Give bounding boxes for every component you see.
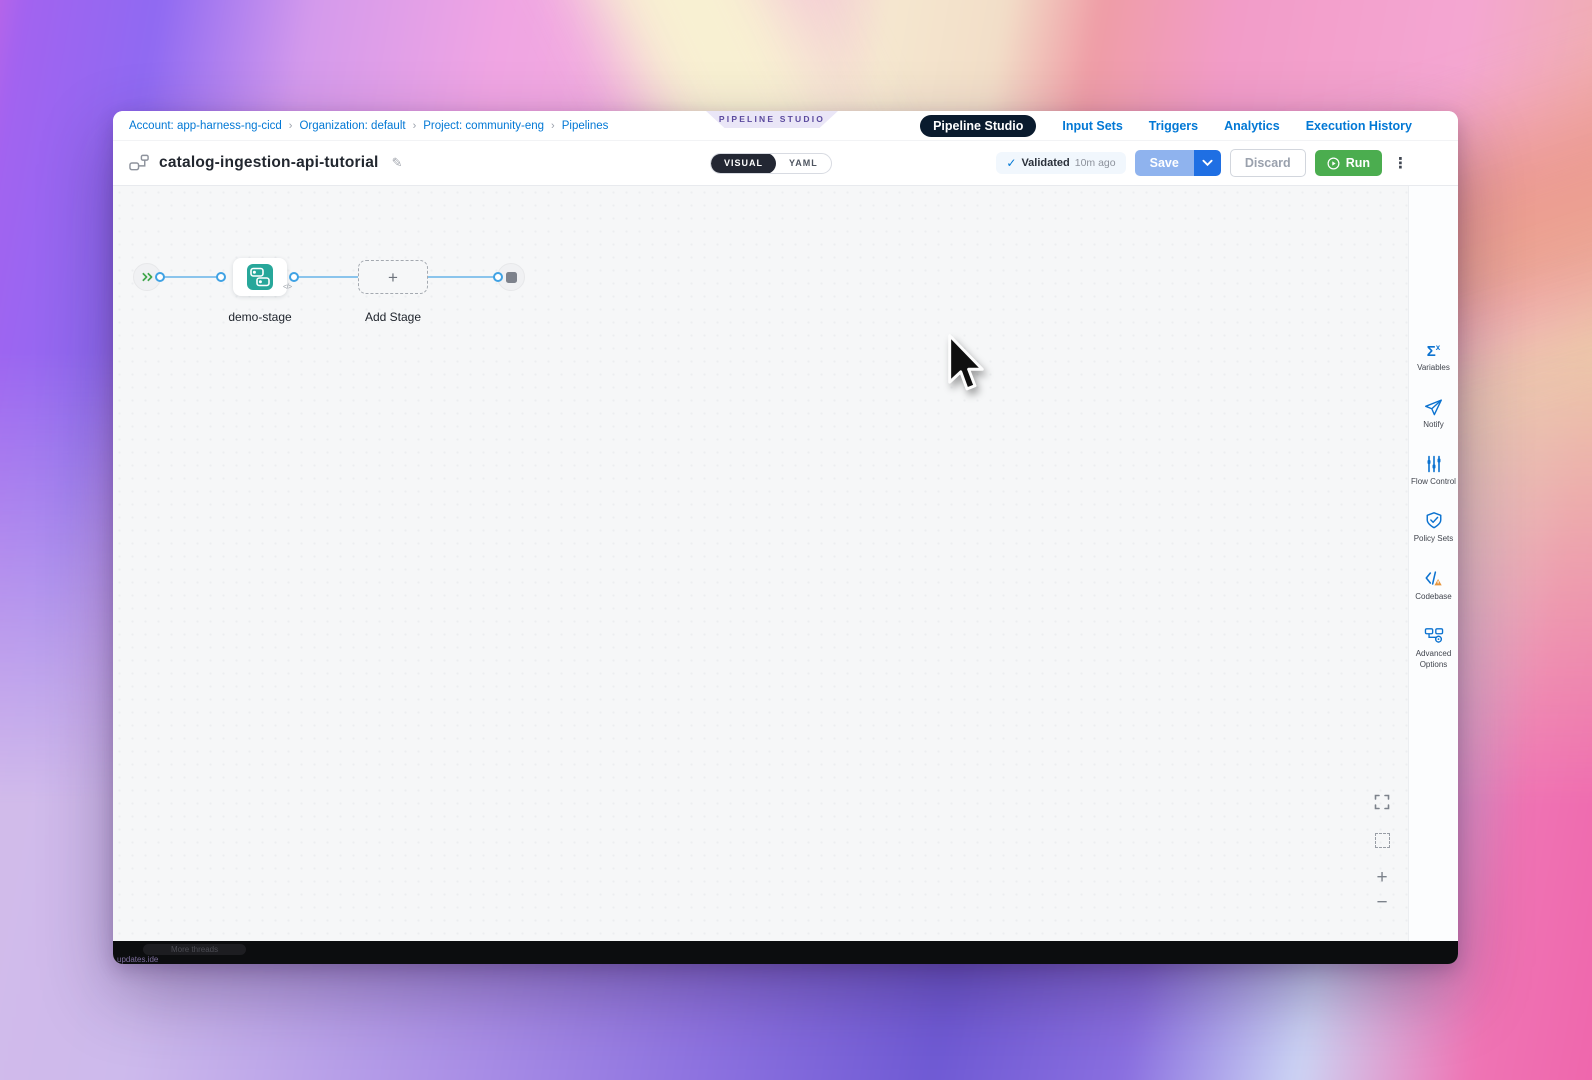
check-icon: ✓ [1006, 156, 1016, 170]
toolbar-actions: ✓ Validated 10m ago Save Discard Run ⋮ [996, 149, 1408, 177]
tab-pipeline-studio[interactable]: Pipeline Studio [920, 115, 1036, 137]
breadcrumb-separator: › [413, 120, 417, 132]
tab-input-sets[interactable]: Input Sets [1062, 119, 1122, 133]
canvas-zoom-controls: + − [1372, 792, 1392, 913]
sidebar-item-flow-control[interactable]: Flow Control [1410, 455, 1458, 488]
view-toggle: VISUAL YAML [710, 153, 832, 174]
pipeline-icon [129, 154, 150, 172]
connector-handle[interactable] [155, 272, 165, 282]
sidebar-item-policy-sets[interactable]: Policy Sets [1410, 511, 1458, 545]
toolbar: catalog-ingestion-api-tutorial ✎ VISUAL … [113, 141, 1458, 186]
window-bottom-bar: More threads updates.ide [113, 941, 1458, 964]
sliders-icon [1425, 455, 1443, 473]
add-stage-label: Add Stage [358, 310, 428, 324]
connector-handle[interactable] [493, 272, 503, 282]
connector-line [160, 276, 221, 278]
sidebar-item-notify[interactable]: Notify [1410, 398, 1458, 431]
sidebar-item-label: Codebase [1415, 592, 1451, 603]
sidebar-item-label: Variables [1417, 363, 1450, 374]
sidebar-item-label: Policy Sets [1414, 534, 1454, 545]
breadcrumb-organization[interactable]: Organization: default [299, 120, 405, 132]
breadcrumb-separator: › [551, 120, 555, 132]
run-label: Run [1346, 156, 1370, 170]
breadcrumb: Account: app-harness-ng-cicd › Organizat… [129, 120, 608, 132]
discard-button[interactable]: Discard [1230, 149, 1306, 177]
background-text-fragment: More threads [143, 944, 246, 955]
breadcrumb-account[interactable]: Account: app-harness-ng-cicd [129, 120, 282, 132]
breadcrumb-bar: Account: app-harness-ng-cicd › Organizat… [113, 111, 1458, 141]
pipeline-studio-badge: PIPELINE STUDIO [706, 111, 838, 128]
breadcrumb-pipelines[interactable]: Pipelines [562, 120, 609, 132]
save-dropdown-button[interactable] [1194, 150, 1221, 176]
tab-triggers[interactable]: Triggers [1149, 119, 1198, 133]
sidebar-item-variables[interactable]: Σx Variables [1410, 344, 1458, 374]
fullscreen-button[interactable] [1372, 792, 1392, 812]
app-window: Account: app-harness-ng-cicd › Organizat… [113, 111, 1458, 964]
stage-label-demo-stage: demo-stage [221, 310, 299, 324]
paper-plane-icon [1424, 398, 1443, 416]
code-warning-icon [1424, 569, 1444, 588]
fit-view-button[interactable] [1375, 833, 1390, 848]
header-nav: Pipeline Studio Input Sets Triggers Anal… [920, 115, 1412, 137]
validated-label: Validated [1021, 157, 1069, 169]
stop-icon [506, 272, 517, 283]
zoom-out-button[interactable]: − [1372, 893, 1392, 913]
toggle-yaml[interactable]: YAML [776, 153, 831, 174]
breadcrumb-separator: › [289, 120, 293, 132]
fullscreen-icon [1374, 794, 1390, 810]
toggle-visual[interactable]: VISUAL [711, 153, 776, 174]
play-icon [1327, 157, 1340, 170]
edit-pencil-icon[interactable]: ✎ [392, 155, 403, 171]
tab-execution-history[interactable]: Execution History [1306, 119, 1412, 133]
plus-icon: + [388, 269, 398, 286]
flowchart-gear-icon [1424, 627, 1444, 645]
pipeline-canvas: </> + demo-stage Add Stage Σx Variables … [113, 186, 1458, 941]
breadcrumb-project[interactable]: Project: community-eng [423, 120, 544, 132]
save-split-button: Save [1135, 150, 1221, 176]
save-button[interactable]: Save [1135, 150, 1194, 176]
more-options-button[interactable]: ⋮ [1393, 156, 1408, 171]
pipeline-title-group: catalog-ingestion-api-tutorial ✎ [129, 154, 402, 172]
sidebar-item-codebase[interactable]: Codebase [1410, 569, 1458, 603]
code-icon: </> [283, 284, 292, 291]
sidebar-item-label: Notify [1423, 420, 1443, 431]
connector-handle[interactable] [216, 272, 226, 282]
run-button[interactable]: Run [1315, 150, 1382, 176]
stage-node-demo-stage[interactable] [233, 258, 287, 296]
validated-time: 10m ago [1075, 157, 1116, 169]
sidebar-item-label: Flow Control [1411, 477, 1456, 488]
right-sidebar: Σx Variables Notify Flow Control [1408, 186, 1458, 941]
background-text-fragment: updates.ide [117, 955, 158, 964]
zoom-in-button[interactable]: + [1372, 868, 1392, 888]
sidebar-item-advanced-options[interactable]: Advanced Options [1410, 627, 1458, 671]
connector-handle[interactable] [289, 272, 299, 282]
page-title: catalog-ingestion-api-tutorial [159, 154, 379, 172]
tab-analytics[interactable]: Analytics [1224, 119, 1280, 133]
sidebar-item-label: Advanced Options [1410, 649, 1458, 671]
shield-check-icon [1425, 511, 1443, 530]
custom-stage-icon [246, 263, 274, 291]
sigma-x-icon: Σx [1427, 344, 1440, 359]
start-chevrons-icon [141, 272, 153, 282]
chevron-down-icon [1202, 159, 1213, 167]
add-stage-button[interactable]: + [358, 260, 428, 294]
validated-badge: ✓ Validated 10m ago [996, 152, 1125, 174]
